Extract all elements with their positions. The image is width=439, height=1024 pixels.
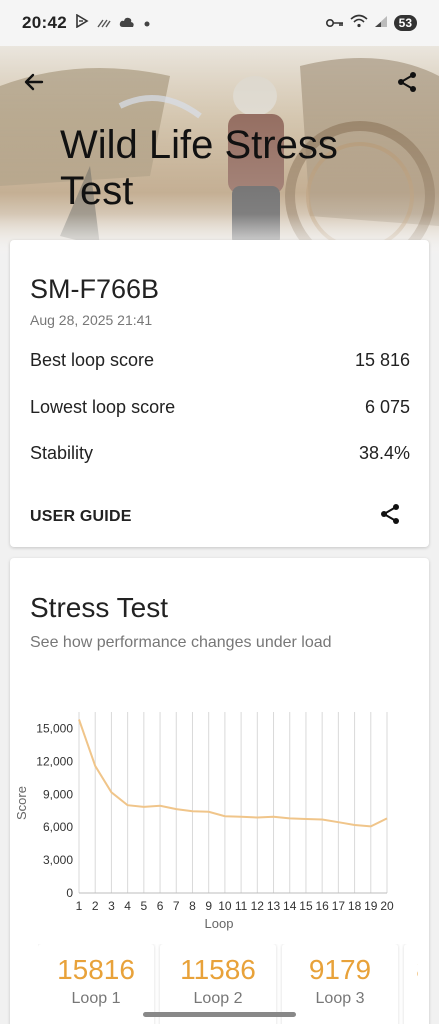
y-tick-label: 6,000 [43, 820, 73, 834]
key-icon [325, 13, 344, 33]
y-tick-label: 12,000 [36, 754, 73, 768]
user-guide-link[interactable]: USER GUIDE [30, 508, 132, 526]
best-loop-row: Best loop score 15 816 [30, 350, 410, 371]
user-guide-row: USER GUIDE [30, 502, 402, 531]
signal-slash-icon [97, 13, 111, 33]
stress-test-subtitle: See how performance changes under load [30, 634, 332, 651]
x-tick-label: 12 [251, 899, 265, 913]
wifi-icon [350, 13, 368, 33]
cellular-signal-icon [374, 13, 388, 33]
stress-test-chart: 03,0006,0009,00012,00015,000 1 2 3 4 5 6 7 8 9 10… [14, 712, 394, 931]
score-series-line [78, 719, 388, 828]
hero-banner: Wild Life Stress Test [0, 46, 439, 256]
x-tick-label: 15 [299, 899, 313, 913]
test-date: Aug 28, 2025 21:41 [30, 312, 153, 328]
loop-card[interactable]: 8 L [404, 944, 418, 1024]
x-tick-label: 2 [92, 899, 99, 913]
y-axis-label: Score [14, 786, 29, 820]
x-axis-ticks: 1 2 3 4 5 6 7 8 9 10 11 12 13 14 15 16 17 18 19 20 [76, 899, 394, 913]
lowest-loop-row: Lowest loop score 6 075 [30, 397, 410, 418]
x-tick-label: 9 [205, 899, 212, 913]
lowest-loop-label: Lowest loop score [30, 397, 176, 417]
loop-score: 8 [404, 954, 418, 986]
loop-card[interactable]: 9179 Loop 3 [282, 944, 398, 1024]
cloud-icon [119, 13, 135, 33]
x-tick-label: 1 [76, 899, 83, 913]
stress-test-title: Stress Test [30, 592, 168, 623]
best-loop-label: Best loop score [30, 350, 155, 370]
loop-score: 15816 [57, 954, 135, 985]
status-bar: 20:42 53 [0, 0, 439, 46]
page-title: Wild Life Stress Test [60, 123, 338, 213]
x-tick-label: 7 [173, 899, 180, 913]
x-tick-label: 6 [157, 899, 164, 913]
loop-label: Loop 1 [71, 990, 121, 1007]
best-loop-value: 15 816 [354, 350, 410, 370]
notification-dot-icon [143, 13, 151, 33]
stability-label: Stability [30, 443, 94, 463]
x-tick-label: 8 [189, 899, 196, 913]
stress-test-card: Stress Test See how performance changes … [10, 558, 429, 1024]
lowest-loop-value: 6 075 [364, 397, 410, 417]
x-tick-label: 18 [348, 899, 362, 913]
x-tick-label: 3 [108, 899, 115, 913]
y-tick-label: 0 [66, 886, 73, 900]
loop-score: 9179 [308, 954, 372, 985]
result-summary-card: SM-F766B Aug 28, 2025 21:41 Best loop sc… [10, 240, 429, 547]
x-tick-label: 4 [124, 899, 131, 913]
loop-label: Loop 2 [193, 990, 243, 1007]
status-time: 20:42 [22, 13, 67, 32]
x-tick-label: 13 [267, 899, 281, 913]
back-button[interactable] [18, 66, 50, 98]
x-tick-label: 16 [315, 899, 329, 913]
stability-value: 38.4% [358, 443, 410, 463]
x-tick-label: 20 [380, 899, 394, 913]
play-icon [75, 13, 89, 33]
x-tick-label: 5 [140, 899, 147, 913]
stability-row: Stability 38.4% [30, 443, 410, 464]
x-axis-label: Loop [205, 916, 234, 931]
y-axis-ticks: 0 3,000 6,000 9,000 12,000 15,000 [36, 721, 73, 900]
loop-card[interactable]: 15816 Loop 1 [38, 944, 154, 1024]
loop-score: 11586 [180, 954, 256, 985]
share-result-button[interactable] [378, 502, 402, 531]
battery-indicator: 53 [393, 15, 417, 31]
x-tick-label: 14 [283, 899, 297, 913]
y-tick-label: 9,000 [43, 787, 73, 801]
x-tick-label: 11 [235, 899, 248, 913]
y-tick-label: 3,000 [43, 853, 73, 867]
loop-label: L [404, 990, 418, 1008]
loop-label: Loop 3 [315, 990, 365, 1007]
y-tick-label: 15,000 [36, 721, 73, 735]
home-indicator[interactable] [143, 1012, 296, 1017]
arrow-left-icon [24, 73, 44, 91]
x-tick-label: 10 [218, 899, 232, 913]
share-icon [381, 504, 399, 524]
x-tick-label: 19 [364, 899, 378, 913]
share-button[interactable] [391, 66, 423, 98]
share-icon [398, 72, 416, 92]
device-name: SM-F766B [30, 274, 160, 304]
x-tick-label: 17 [332, 899, 346, 913]
